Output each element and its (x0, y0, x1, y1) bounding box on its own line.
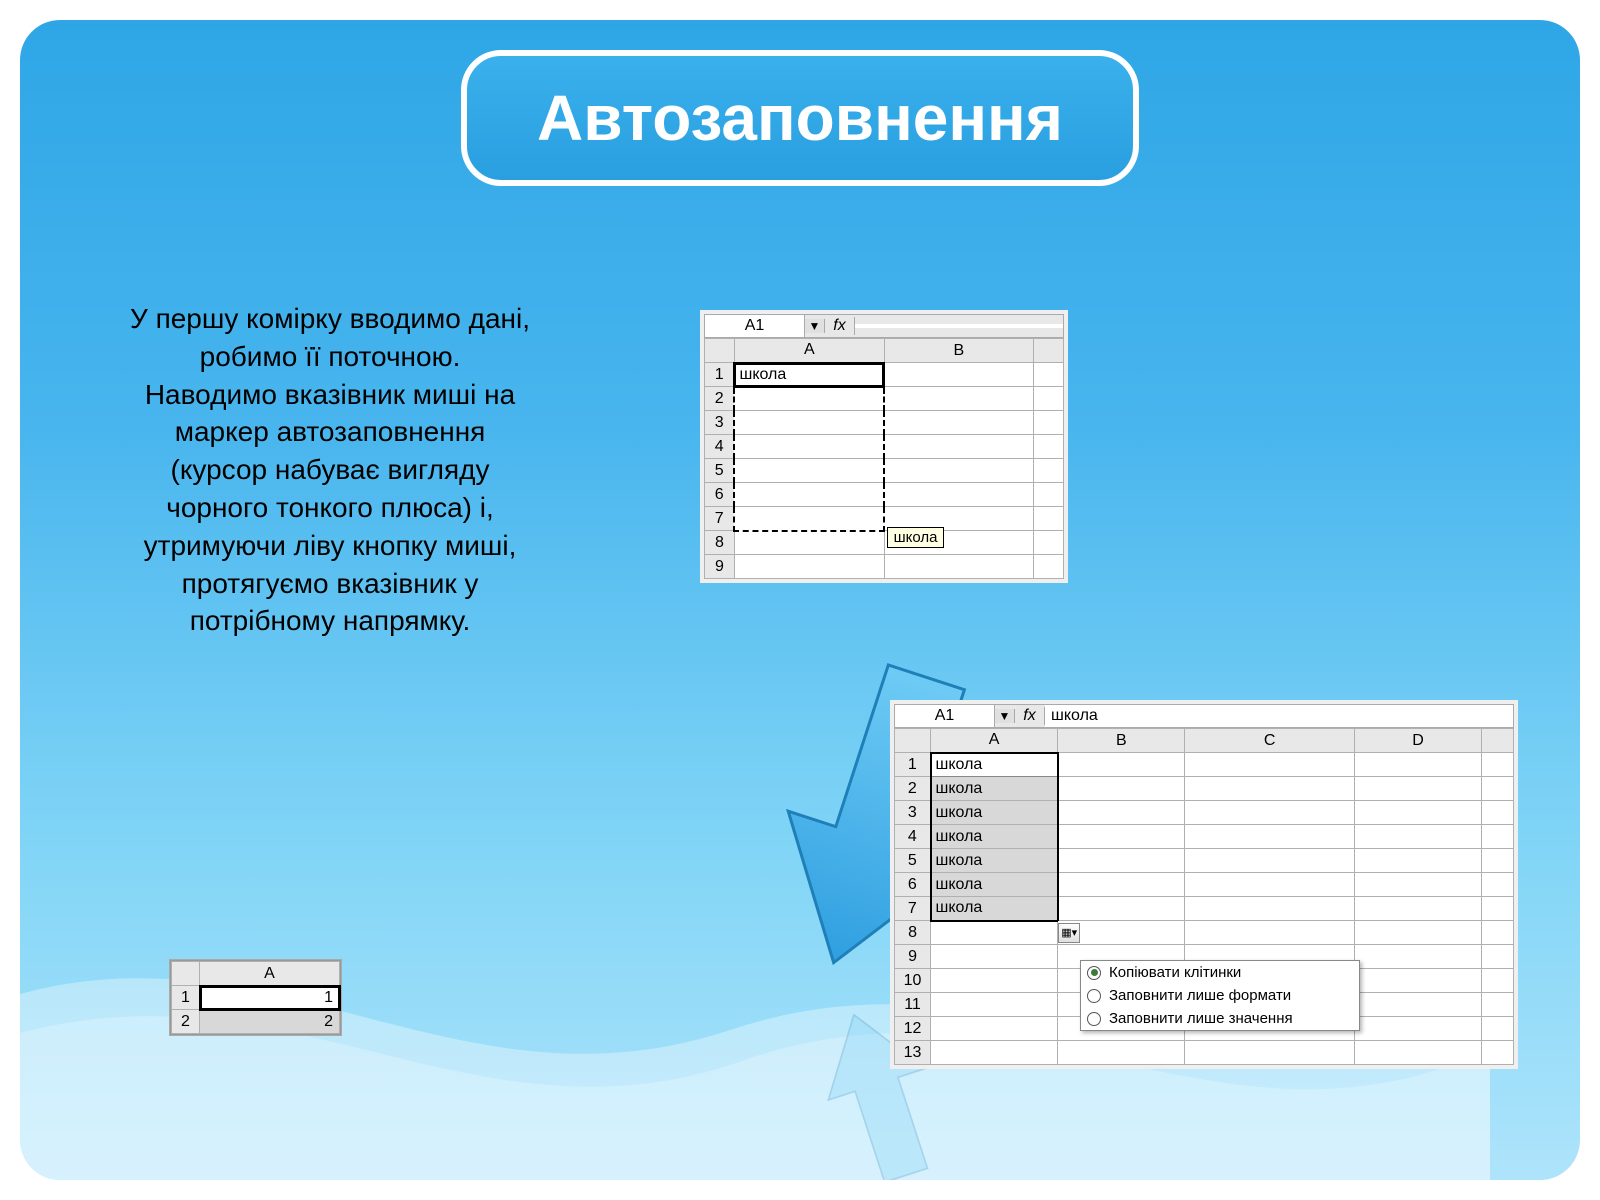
row-header: 6 (705, 483, 735, 507)
excel-small-grid: A 1 1 2 2 (171, 961, 340, 1034)
namebox-dropdown-icon: ▼ (995, 709, 1015, 723)
namebox-dropdown-icon: ▼ (805, 319, 825, 333)
row-header: 5 (895, 849, 931, 873)
formula-bar (855, 324, 1063, 328)
excel-large-figure: A1 ▼ fx школа A B C D 1школа 2школа 3шко… (890, 700, 1518, 1069)
row-header: 12 (895, 1017, 931, 1041)
cell-filled: школа (931, 897, 1058, 921)
excel-mid-grid: A B 1 школа 2 3 4 5 6 7 8 школа (704, 338, 1064, 579)
radio-selected-icon (1087, 966, 1101, 980)
cell-a1: школа (734, 363, 884, 387)
slide-title: Автозаповнення (461, 50, 1139, 186)
row-header: 10 (895, 969, 931, 993)
menu-item-copy-cells[interactable]: Копіювати клітинки (1081, 961, 1359, 984)
row-header: 5 (705, 459, 735, 483)
autofill-smarttag-icon[interactable]: ▦▾ (1058, 923, 1080, 943)
row-header: 11 (895, 993, 931, 1017)
menu-item-fill-formats[interactable]: Заповнити лише формати (1081, 984, 1359, 1007)
menu-item-label: Копіювати клітинки (1109, 964, 1241, 981)
formula-bar-value: школа (1045, 705, 1513, 727)
formula-bar-row: A1 ▼ fx школа (894, 704, 1514, 728)
cell-filled: школа (931, 873, 1058, 897)
fx-label: fx (1015, 707, 1045, 725)
menu-item-fill-values[interactable]: Заповнити лише значення (1081, 1007, 1359, 1030)
body-paragraph: У першу комірку вводимо дані, робимо її … (130, 300, 530, 640)
row-header: 4 (895, 825, 931, 849)
col-header: A (931, 729, 1058, 753)
row-header: 3 (705, 411, 735, 435)
fx-label: fx (825, 317, 855, 335)
row-header: 7 (705, 507, 735, 531)
row-header: 3 (895, 801, 931, 825)
cell-filled: школа (931, 801, 1058, 825)
name-box: A1 (895, 705, 995, 727)
col-header: A (734, 339, 884, 363)
cell-filled: школа (931, 753, 1058, 777)
cell-filled: школа (931, 825, 1058, 849)
row-header: 2 (705, 387, 735, 411)
row-header: 8 (895, 921, 931, 945)
row-header: 9 (705, 555, 735, 579)
col-header: B (1058, 729, 1185, 753)
row-header: 1 (705, 363, 735, 387)
cell-a1: 1 (200, 986, 340, 1010)
row-header: 1 (895, 753, 931, 777)
formula-bar-row: A1 ▼ fx (704, 314, 1064, 338)
name-box: A1 (705, 315, 805, 337)
row-header: 9 (895, 945, 931, 969)
autofill-tooltip: школа (887, 527, 945, 548)
row-header: 8 (705, 531, 735, 555)
row-header: 2 (895, 777, 931, 801)
excel-mid-figure: A1 ▼ fx A B 1 школа 2 3 4 5 6 7 8 (700, 310, 1068, 583)
cell-a2: 2 (200, 1010, 340, 1034)
row-header: 6 (895, 873, 931, 897)
row-header: 4 (705, 435, 735, 459)
cell-filled: школа (931, 849, 1058, 873)
slide: Автозаповнення У першу комірку вводимо д… (20, 20, 1580, 1180)
row-header: 2 (172, 1010, 200, 1034)
excel-small-figure: A 1 1 2 2 (170, 960, 341, 1035)
col-header: B (884, 339, 1033, 363)
row-header: 7 (895, 897, 931, 921)
cell-filled: школа (931, 777, 1058, 801)
col-header: C (1185, 729, 1355, 753)
menu-item-label: Заповнити лише значення (1109, 1010, 1293, 1027)
row-header: 1 (172, 986, 200, 1010)
autofill-options-menu[interactable]: Копіювати клітинки Заповнити лише формат… (1080, 960, 1360, 1031)
menu-item-label: Заповнити лише формати (1109, 987, 1291, 1004)
radio-icon (1087, 1012, 1101, 1026)
col-header: D (1354, 729, 1481, 753)
row-header: 13 (895, 1041, 931, 1065)
radio-icon (1087, 989, 1101, 1003)
col-header-a: A (200, 962, 340, 986)
